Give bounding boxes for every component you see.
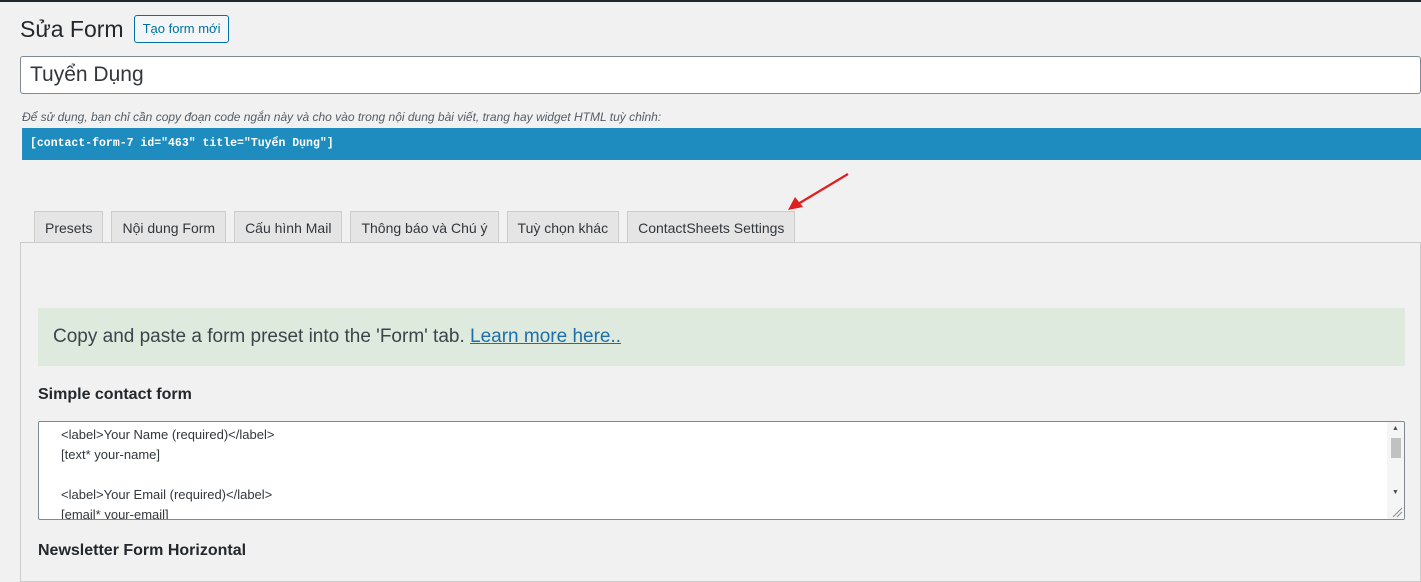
tab-presets[interactable]: Presets — [34, 211, 104, 243]
notice-text: Copy and paste a form preset into the 'F… — [53, 326, 471, 347]
code-line: <label>Your Email (required)</label> — [61, 487, 273, 502]
code-line: <label>Your Name (required)</label> — [61, 427, 275, 442]
code-line: [text* your-name] — [61, 447, 160, 462]
tab-additional-settings[interactable]: Tuỳ chọn khác — [506, 211, 620, 243]
triangle-down-icon[interactable]: ▼ — [1387, 486, 1404, 500]
code-lines: <label>Your Name (required)</label> [tex… — [39, 422, 1386, 519]
admin-top-bar — [0, 0, 1421, 2]
heading-row: Sửa Form Tạo form mới — [20, 14, 230, 44]
tab-form-content[interactable]: Nội dung Form — [111, 211, 227, 243]
tab-contactsheets-settings[interactable]: ContactSheets Settings — [627, 211, 796, 243]
red-arrow-icon — [788, 173, 849, 210]
add-new-form-button[interactable]: Tạo form mới — [133, 15, 230, 43]
form-title-input[interactable] — [20, 56, 1421, 94]
page-title: Sửa Form — [20, 15, 124, 42]
preset-heading-simple-contact: Simple contact form — [38, 386, 192, 403]
preset-code-textarea[interactable]: <label>Your Name (required)</label> [tex… — [38, 421, 1405, 520]
triangle-up-icon[interactable]: ▲ — [1387, 422, 1404, 436]
learn-more-link[interactable]: Learn more here.. — [470, 326, 621, 347]
tab-mail-settings[interactable]: Cấu hình Mail — [234, 211, 343, 243]
tab-messages[interactable]: Thông báo và Chú ý — [350, 211, 499, 243]
resize-grip-icon[interactable] — [1389, 504, 1403, 518]
code-line: [email* your-email] — [61, 507, 169, 520]
shortcode-field[interactable]: [contact-form-7 id="463" title="Tuyển Dụ… — [22, 128, 1421, 160]
shortcode-description: Để sử dụng, bạn chỉ cần copy đoạn code n… — [22, 110, 662, 124]
preset-heading-newsletter: Newsletter Form Horizontal — [38, 542, 247, 559]
scrollbar-thumb[interactable] — [1391, 438, 1401, 458]
tab-panel: Copy and paste a form preset into the 'F… — [20, 242, 1421, 582]
tab-bar: Presets Nội dung Form Cấu hình Mail Thôn… — [34, 211, 796, 243]
preset-notice: Copy and paste a form preset into the 'F… — [38, 308, 1405, 366]
edit-form-page: Sửa Form Tạo form mới Để sử dụng, bạn ch… — [0, 0, 1421, 582]
